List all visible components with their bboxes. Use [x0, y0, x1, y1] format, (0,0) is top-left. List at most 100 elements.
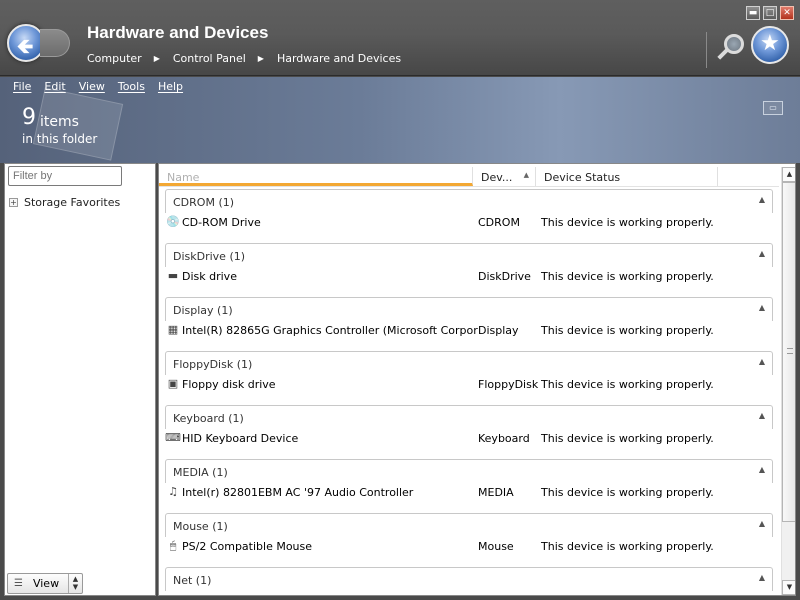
collapse-chevron-icon[interactable]: ▲ — [759, 465, 765, 474]
group-header[interactable]: CDROM (1) ▲ — [165, 189, 773, 213]
device-status: This device is working properly. — [541, 269, 714, 283]
collapse-chevron-icon[interactable]: ▲ — [759, 303, 765, 312]
menu-bar: File Edit View Tools Help — [13, 80, 196, 93]
device-status: This device is working properly. — [541, 215, 714, 229]
device-type: FloppyDisk — [478, 377, 539, 391]
group-header[interactable]: DiskDrive (1) ▲ — [165, 243, 773, 267]
close-button[interactable]: ✕ — [780, 6, 794, 20]
device-name: Floppy disk drive — [182, 377, 276, 391]
keyboard-icon: ⌨ — [165, 431, 181, 444]
vertical-scrollbar[interactable]: ▲ ▼ — [781, 167, 795, 595]
column-header-device-label: Dev... — [481, 171, 513, 184]
content-pane: Name Dev... ▲ Device Status CDROM (1) ▲ 💿 C… — [158, 163, 796, 596]
collapse-chevron-icon[interactable]: ▲ — [759, 411, 765, 420]
search-icon-handle — [717, 48, 729, 60]
toolbar-divider — [706, 32, 707, 68]
cd-drive-icon: 💿 — [166, 215, 180, 228]
collapse-chevron-icon[interactable]: ▲ — [759, 573, 765, 582]
scrollbar-grip — [787, 348, 793, 354]
device-row[interactable]: 🖱 PS/2 Compatible Mouse Mouse This device i… — [165, 537, 773, 555]
minimize-button[interactable]: ▬ — [746, 6, 760, 20]
breadcrumb-separator-icon[interactable]: ▶ — [258, 54, 264, 63]
device-row[interactable]: ▬ Disk drive DiskDrive This device is worki… — [165, 267, 773, 285]
menu-help[interactable]: Help — [158, 80, 183, 93]
favorites-button[interactable]: ★ — [751, 26, 789, 64]
window-header: 🡸 Hardware and Devices Computer ▶ Contro… — [0, 0, 800, 76]
network-adapter-icon: ▦ — [165, 593, 181, 595]
filter-input[interactable] — [8, 166, 122, 186]
group-header[interactable]: Keyboard (1) ▲ — [165, 405, 773, 429]
scrollbar-thumb[interactable] — [782, 182, 795, 522]
device-group: DiskDrive (1) ▲ ▬ Disk drive DiskDrive This d… — [165, 243, 773, 297]
breadcrumb-separator-icon[interactable]: ▶ — [154, 54, 160, 63]
device-name: CD-ROM Drive — [182, 215, 261, 229]
breadcrumb-control-panel[interactable]: Control Panel — [173, 52, 246, 65]
menu-view[interactable]: View — [79, 80, 105, 93]
info-band: File Edit View Tools Help 9 items in thi… — [0, 77, 800, 163]
device-row[interactable]: ♫ Intel(r) 82801EBM AC '97 Audio Controll… — [165, 483, 773, 501]
mouse-icon: 🖱 — [169, 539, 177, 552]
item-count-subtitle: in this folder — [22, 132, 98, 146]
device-name: Intel(R) 82865G Graphics Controller (Mic… — [182, 323, 478, 337]
device-status: This device is working properly. — [541, 323, 714, 337]
expand-icon[interactable]: + — [9, 198, 18, 207]
group-header-label: MEDIA (1) — [173, 466, 228, 479]
device-group: Net (1) ▲ ▦ — [165, 567, 773, 595]
device-group: MEDIA (1) ▲ ♫ Intel(r) 82801EBM AC '97 Audi… — [165, 459, 773, 513]
breadcrumb-computer[interactable]: Computer — [87, 52, 142, 65]
scroll-up-icon[interactable]: ▲ — [782, 167, 795, 182]
device-type: CDROM — [478, 215, 520, 229]
group-header-label: Display (1) — [173, 304, 233, 317]
group-header[interactable]: Display (1) ▲ — [165, 297, 773, 321]
device-group: Display (1) ▲ ▦ Intel(R) 82865G Graphics Co… — [165, 297, 773, 351]
collapse-chevron-icon[interactable]: ▲ — [759, 195, 765, 204]
tree-item-label: Storage Favorites — [24, 196, 121, 209]
device-row[interactable]: ▦ Intel(R) 82865G Graphics Controller (Mi… — [165, 321, 773, 339]
device-name: PS/2 Compatible Mouse — [182, 539, 313, 553]
collapse-chevron-icon[interactable]: ▲ — [759, 249, 765, 258]
view-button-label: View — [32, 577, 60, 590]
group-header-label: DiskDrive (1) — [173, 250, 246, 263]
device-type: Display — [478, 323, 519, 337]
collapse-chevron-icon[interactable]: ▲ — [759, 357, 765, 366]
group-header-label: Mouse (1) — [173, 520, 228, 533]
group-header[interactable]: FloppyDisk (1) ▲ — [165, 351, 773, 375]
group-header[interactable]: MEDIA (1) ▲ — [165, 459, 773, 483]
group-header-label: CDROM (1) — [173, 196, 235, 209]
group-header[interactable]: Net (1) ▲ — [165, 567, 773, 591]
device-name: HID Keyboard Device — [182, 431, 299, 445]
device-row[interactable]: ⌨ HID Keyboard Device Keyboard This device … — [165, 429, 773, 447]
group-header[interactable]: Mouse (1) ▲ — [165, 513, 773, 537]
maximize-button[interactable]: □ — [763, 6, 777, 20]
device-row[interactable]: ▣ Floppy disk drive FloppyDisk This device … — [165, 375, 773, 393]
navigation-pane: + Storage Favorites ☰ View ▲▼ — [4, 163, 156, 596]
collapse-chevron-icon[interactable]: ▲ — [759, 519, 765, 528]
view-button[interactable]: ☰ View ▲ ▼ — [7, 573, 83, 594]
forward-button[interactable] — [40, 29, 70, 57]
column-header-status[interactable]: Device Status — [536, 167, 718, 186]
group-header-label: FloppyDisk (1) — [173, 358, 253, 371]
floppy-drive-icon: ▣ — [167, 377, 179, 390]
details-pane-icon[interactable]: ▭ — [763, 101, 783, 115]
search-button[interactable] — [714, 30, 748, 64]
menu-tools[interactable]: Tools — [118, 80, 145, 93]
device-row[interactable]: ▦ — [165, 591, 773, 595]
device-group: CDROM (1) ▲ 💿 CD-ROM Drive CDROM This device … — [165, 189, 773, 243]
device-type: DiskDrive — [478, 269, 531, 283]
column-header-device[interactable]: Dev... ▲ — [473, 167, 536, 186]
scroll-down-icon[interactable]: ▼ — [782, 580, 795, 595]
column-header-name[interactable]: Name — [159, 167, 473, 186]
breadcrumb: Computer ▶ Control Panel ▶ Hardware and … — [87, 52, 407, 65]
disk-drive-icon: ▬ — [167, 269, 179, 282]
group-header-label: Net (1) — [173, 574, 212, 587]
column-header-row: Name Dev... ▲ Device Status — [159, 167, 779, 187]
menu-file[interactable]: File — [13, 80, 31, 93]
device-group: FloppyDisk (1) ▲ ▣ Floppy disk drive FloppyD… — [165, 351, 773, 405]
device-status: This device is working properly. — [541, 431, 714, 445]
display-adapter-icon: ▦ — [167, 323, 179, 336]
device-status: This device is working properly. — [541, 539, 714, 553]
view-spinner-icon[interactable]: ▲ ▼ — [68, 574, 82, 593]
device-row[interactable]: 💿 CD-ROM Drive CDROM This device is working… — [165, 213, 773, 231]
breadcrumb-hardware-and-devices[interactable]: Hardware and Devices — [277, 52, 401, 65]
tree-item-storage-favorites[interactable]: + Storage Favorites — [9, 196, 120, 209]
